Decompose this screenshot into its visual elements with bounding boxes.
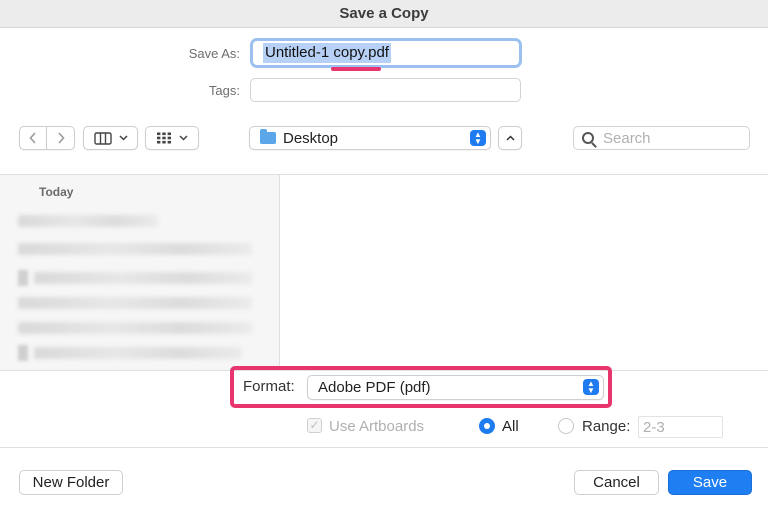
search-placeholder: Search	[603, 129, 651, 147]
blurred-file-row	[34, 272, 252, 284]
save-as-value: Untitled-1 copy.pdf	[263, 43, 391, 63]
folder-icon	[260, 129, 276, 144]
back-button[interactable]	[19, 126, 47, 150]
cancel-button[interactable]: Cancel	[574, 470, 659, 495]
chevron-up-icon	[505, 135, 515, 141]
chevron-left-icon	[29, 132, 36, 144]
collapse-dialog-button[interactable]	[498, 126, 522, 150]
blurred-file-row	[18, 322, 252, 334]
options-bottom-divider	[0, 447, 768, 448]
chevron-down-icon	[118, 135, 128, 141]
save-as-label: Save As:	[188, 46, 240, 61]
sidebar-section-today: Today	[39, 185, 74, 199]
title-bar: Save a Copy	[0, 0, 768, 28]
tags-label: Tags:	[208, 83, 240, 98]
search-input[interactable]: Search	[573, 126, 750, 150]
format-value: Adobe PDF (pdf)	[318, 379, 431, 396]
up-down-chevrons-icon: ▲ ▼	[470, 130, 486, 146]
range-radio[interactable]	[558, 418, 574, 434]
chevron-right-icon	[57, 132, 65, 144]
tags-input[interactable]	[250, 78, 521, 102]
grid-view-button[interactable]	[145, 126, 199, 150]
save-as-input[interactable]: Untitled-1 copy.pdf	[250, 38, 522, 68]
filename-highlight-underline	[331, 67, 381, 71]
format-popup[interactable]: Adobe PDF (pdf) ▲ ▼	[307, 375, 604, 400]
all-radio[interactable]	[479, 418, 495, 434]
grid-icon	[157, 132, 171, 144]
blurred-file-icon	[18, 345, 28, 361]
columns-icon	[93, 131, 112, 145]
save-button[interactable]: Save	[668, 470, 752, 495]
new-folder-button[interactable]: New Folder	[19, 470, 123, 495]
use-artboards-label: Use Artboards	[329, 418, 425, 435]
forward-button[interactable]	[47, 126, 75, 150]
range-input[interactable]: 2-3	[638, 416, 723, 438]
format-label: Format:	[243, 378, 295, 395]
file-list-sidebar[interactable]: Today	[0, 175, 280, 370]
up-down-chevrons-icon: ▲ ▼	[583, 379, 599, 395]
chevron-down-icon	[179, 135, 188, 141]
column-view-button[interactable]	[83, 126, 138, 150]
blurred-file-row	[34, 347, 242, 359]
location-popup[interactable]: Desktop ▲ ▼	[249, 126, 491, 150]
blurred-file-row	[18, 297, 252, 309]
blurred-file-row	[18, 215, 158, 227]
range-value: 2-3	[643, 418, 665, 436]
range-label: Range:	[582, 418, 631, 435]
all-label: All	[502, 418, 519, 435]
window-title: Save a Copy	[339, 5, 429, 22]
blurred-file-row	[18, 243, 252, 255]
blurred-file-icon	[18, 270, 28, 286]
search-icon	[582, 132, 594, 144]
use-artboards-checkbox[interactable]: ✓	[307, 418, 322, 433]
location-value: Desktop	[283, 129, 339, 147]
